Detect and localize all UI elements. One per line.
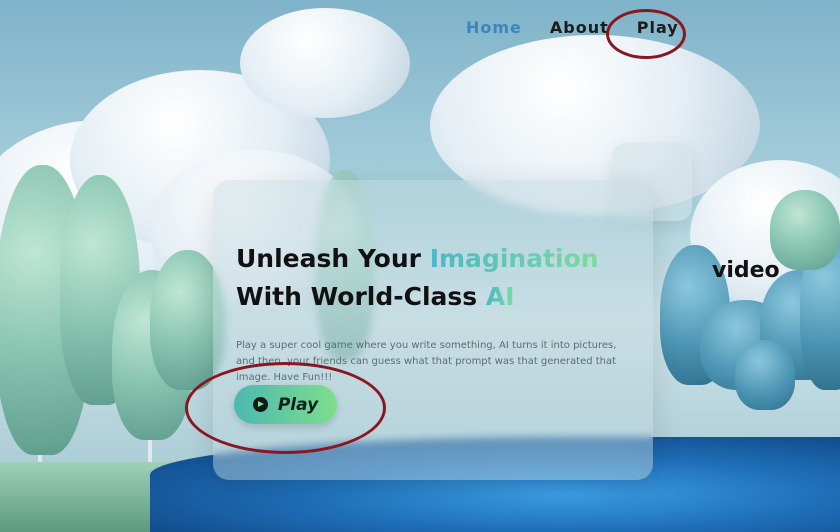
headline-highlight: AI bbox=[485, 282, 515, 311]
headline-text: With World-Class bbox=[236, 282, 486, 311]
play-button-annotation-circle bbox=[185, 362, 386, 454]
headline-text: Unleash Your bbox=[236, 244, 430, 273]
tree-shape bbox=[735, 340, 795, 410]
headline-line-1: Unleash Your Imagination bbox=[236, 240, 599, 278]
headline-line-2: With World-Class AI bbox=[236, 278, 599, 316]
hero-headline: Unleash Your Imagination With World-Clas… bbox=[236, 240, 599, 316]
headline-highlight: Imagination bbox=[429, 244, 599, 273]
nav-play-annotation-circle bbox=[606, 9, 686, 59]
tree-shape bbox=[770, 190, 840, 270]
nav-about-link[interactable]: About bbox=[550, 18, 609, 37]
nav-home-link[interactable]: Home bbox=[466, 18, 522, 37]
cloud-shape bbox=[240, 8, 410, 118]
video-placeholder-label: video bbox=[712, 258, 780, 283]
